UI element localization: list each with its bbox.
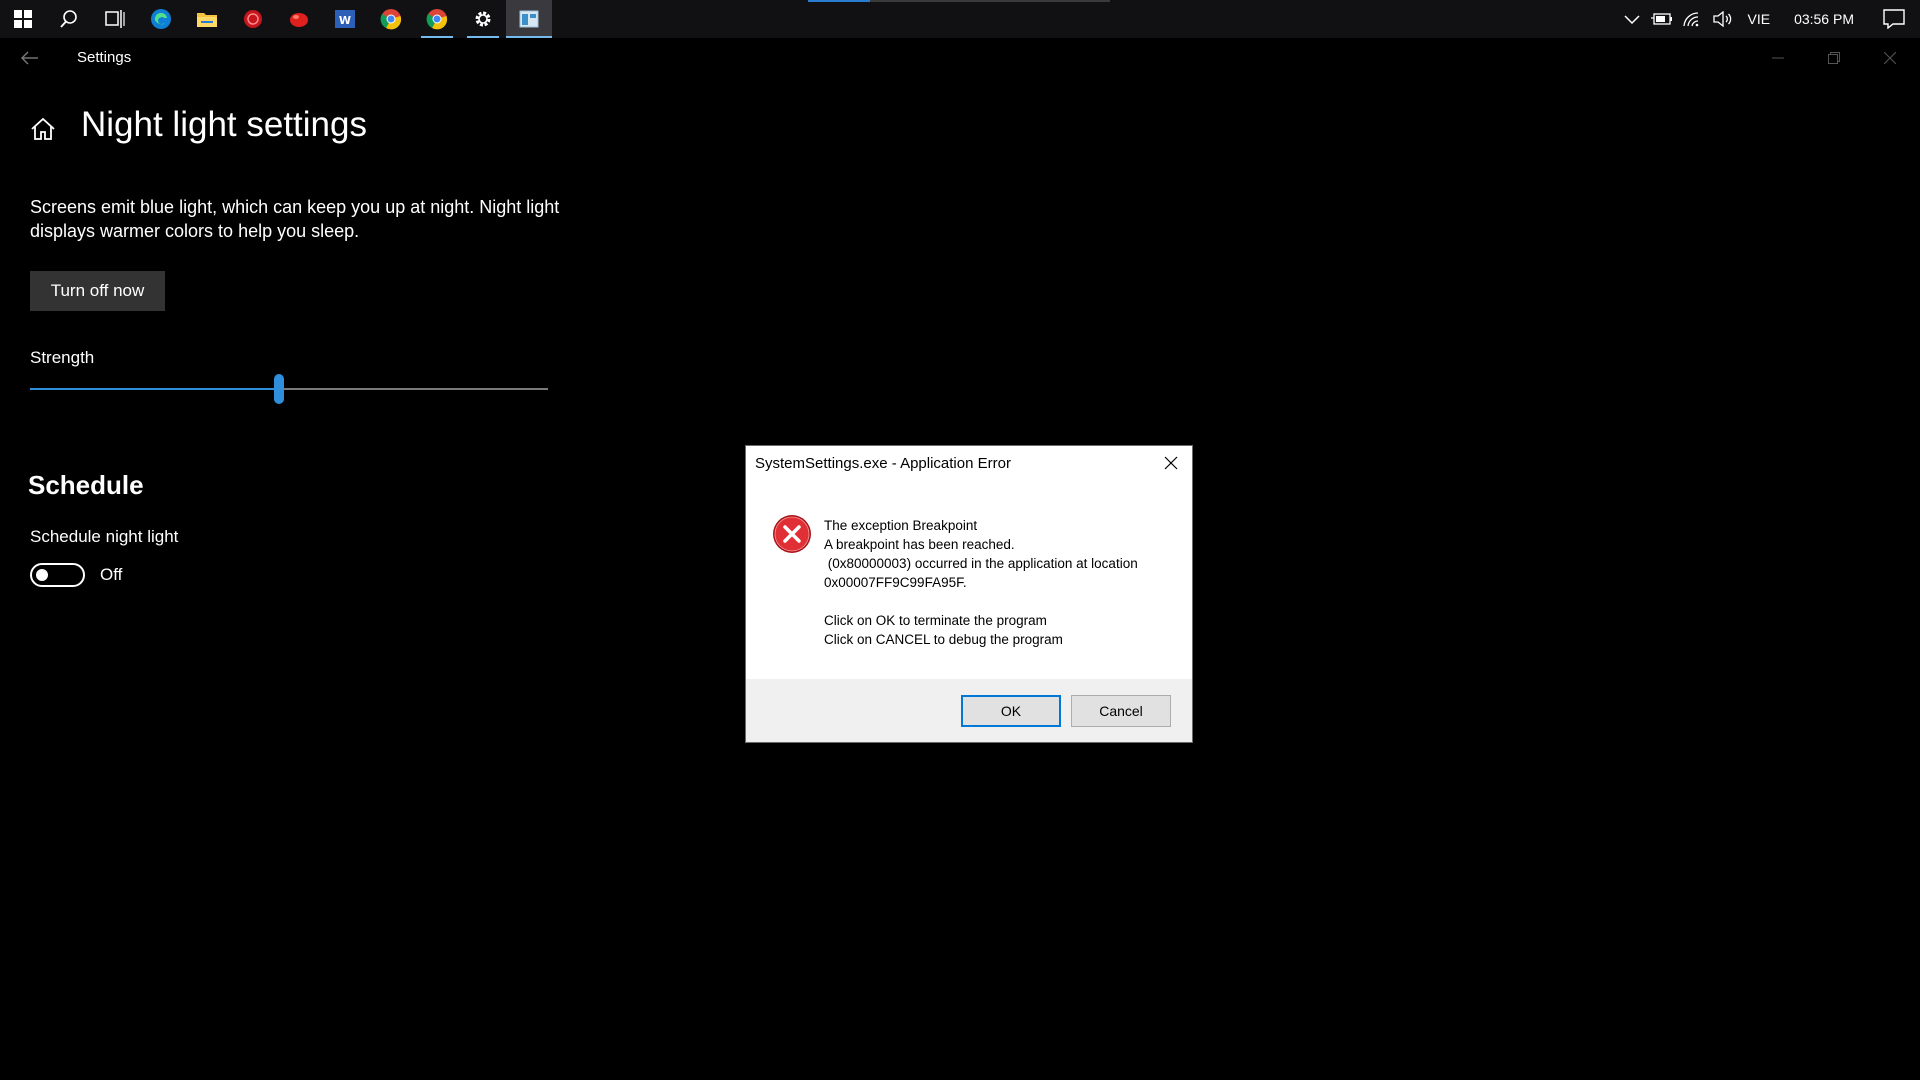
schedule-night-light-label: Schedule night light: [30, 527, 179, 546]
volume-button[interactable]: [1707, 0, 1737, 38]
slider-fill: [30, 388, 279, 390]
dialog-title: SystemSettings.exe - Application Error: [755, 455, 1011, 472]
dialog-message-line: (0x80000003) occurred in the application…: [824, 556, 1138, 571]
file-explorer-button[interactable]: [184, 0, 230, 38]
edge-button[interactable]: [138, 0, 184, 38]
svg-text:W: W: [339, 14, 351, 27]
restore-icon: [1828, 52, 1840, 64]
page-title: Night light settings: [81, 105, 367, 144]
chrome-button-2[interactable]: [414, 0, 460, 38]
show-hidden-icons-button[interactable]: [1617, 0, 1647, 38]
taskbar-clock[interactable]: 03:56 PM: [1780, 11, 1868, 27]
edge-icon: [151, 9, 171, 29]
app-title: Settings: [77, 49, 132, 66]
red-ball-app-button[interactable]: [276, 0, 322, 38]
turn-off-now-button[interactable]: Turn off now: [30, 271, 165, 311]
dialog-message-line: [824, 592, 1138, 611]
chrome-icon-2: [426, 9, 448, 30]
ok-button[interactable]: OK: [961, 695, 1061, 727]
task-view-icon: [105, 10, 125, 28]
night-light-description: Screens emit blue light, which can keep …: [30, 197, 560, 241]
settings-titlebar: Settings: [0, 38, 1920, 78]
close-window-button[interactable]: [1862, 38, 1918, 78]
dialog-message-line: The exception Breakpoint: [824, 518, 978, 533]
strength-label: Strength: [30, 348, 95, 367]
settings-button[interactable]: [460, 0, 506, 38]
window-app-icon: [519, 10, 539, 28]
taskbar-apps: W: [0, 0, 552, 38]
strength-slider[interactable]: [30, 374, 548, 406]
red-app-icon: [244, 10, 262, 28]
slider-thumb[interactable]: [273, 374, 284, 404]
taskbar-progress-track: [870, 0, 1110, 2]
minimize-button[interactable]: [1750, 38, 1806, 78]
folder-icon: [197, 13, 217, 27]
notification-icon: [1883, 9, 1905, 29]
window-app-button[interactable]: [506, 0, 552, 38]
dialog-message: The exception Breakpoint A breakpoint has…: [824, 516, 1138, 649]
windows-logo-icon: [14, 10, 32, 28]
application-error-dialog: SystemSettings.exe - Application Error T…: [745, 445, 1193, 743]
schedule-heading: Schedule: [28, 470, 144, 500]
back-button[interactable]: [10, 38, 50, 78]
speaker-icon: [1713, 11, 1732, 27]
red-ball-app-icon: [290, 13, 308, 27]
network-button[interactable]: [1677, 0, 1707, 38]
taskbar: W VIE 03:56 PM: [0, 0, 1920, 38]
search-icon: [60, 10, 77, 28]
red-app-button[interactable]: [230, 0, 276, 38]
chrome-button[interactable]: [368, 0, 414, 38]
error-icon: [773, 515, 811, 553]
battery-icon: [1651, 13, 1673, 25]
minimize-icon: [1772, 57, 1784, 59]
search-button[interactable]: [46, 0, 92, 38]
home-icon[interactable]: [30, 116, 56, 142]
dialog-footer: OK Cancel: [746, 679, 1192, 742]
input-language-indicator[interactable]: VIE: [1737, 11, 1780, 27]
start-button[interactable]: [0, 0, 46, 38]
wifi-icon: [1683, 12, 1699, 27]
dialog-message-line: Click on CANCEL to debug the program: [824, 632, 1063, 647]
word-icon: W: [335, 10, 355, 28]
chrome-icon: [380, 9, 402, 30]
settings-gear-icon: [475, 11, 491, 27]
close-icon: [1884, 52, 1896, 64]
taskbar-progress-indicator: [808, 0, 870, 2]
close-icon: [1164, 456, 1178, 470]
word-button[interactable]: W: [322, 0, 368, 38]
restore-button[interactable]: [1806, 38, 1862, 78]
task-view-button[interactable]: [92, 0, 138, 38]
dialog-message-line: 0x00007FF9C99FA95F.: [824, 575, 967, 590]
action-center-button[interactable]: [1868, 0, 1920, 38]
arrow-left-icon: [21, 51, 38, 65]
schedule-night-light-toggle[interactable]: [30, 563, 85, 587]
cancel-button[interactable]: Cancel: [1071, 695, 1171, 727]
dialog-message-line: Click on OK to terminate the program: [824, 613, 1047, 628]
dialog-close-button[interactable]: [1156, 450, 1186, 476]
toggle-state-label: Off: [100, 565, 123, 584]
dialog-message-line: A breakpoint has been reached.: [824, 537, 1015, 552]
battery-button[interactable]: [1647, 0, 1677, 38]
chevron-up-icon: [1624, 15, 1641, 24]
system-tray: VIE 03:56 PM: [1617, 0, 1920, 38]
toggle-knob: [36, 569, 48, 581]
